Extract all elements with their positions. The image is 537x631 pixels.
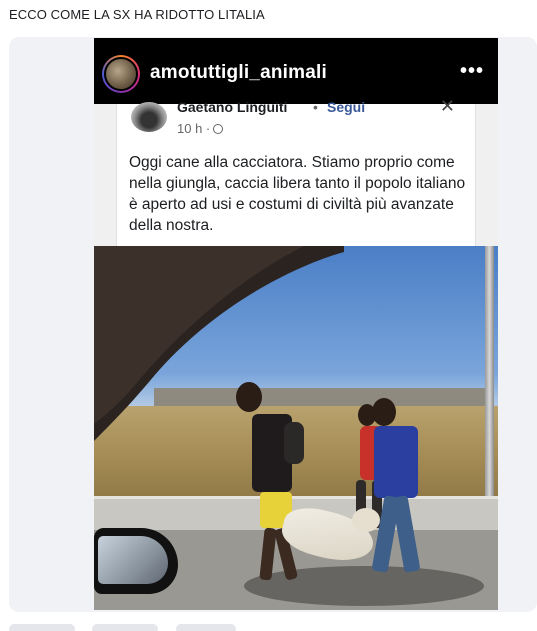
photo-animal-head (352, 508, 380, 532)
post-time-text: 10 h · (177, 121, 211, 136)
close-icon: ✕ (439, 96, 455, 116)
globe-icon (213, 124, 224, 134)
instagram-username: amotuttigli_animali (150, 62, 327, 83)
separator-dot: • (313, 99, 318, 115)
instagram-avatar (102, 55, 140, 93)
more-horizontal-icon: ••• (459, 60, 484, 82)
author-name: Gaetano Linguiti (177, 99, 288, 115)
author-avatar (131, 102, 167, 132)
post-photo (94, 246, 498, 610)
post-caption: ECCO COME LA SX HA RIDOTTO LITALIA (9, 7, 265, 22)
follow-link: Segui (327, 99, 366, 115)
shared-screenshot[interactable]: amotuttigli_animali ••• Gaetano Linguiti… (94, 38, 498, 610)
reaction-chip-3[interactable] (176, 624, 236, 631)
reaction-chip-1[interactable] (9, 624, 75, 631)
reaction-chip-2[interactable] (92, 624, 158, 631)
car-side-mirror (94, 528, 178, 594)
post-time: 10 h · (177, 121, 224, 136)
post-text: Oggi cane alla cacciatora. Stiamo propri… (129, 154, 466, 234)
instagram-header: amotuttigli_animali ••• (94, 38, 498, 104)
facebook-post: Gaetano Linguiti • Segui ✕ 10 h · Oggi c… (94, 96, 498, 246)
